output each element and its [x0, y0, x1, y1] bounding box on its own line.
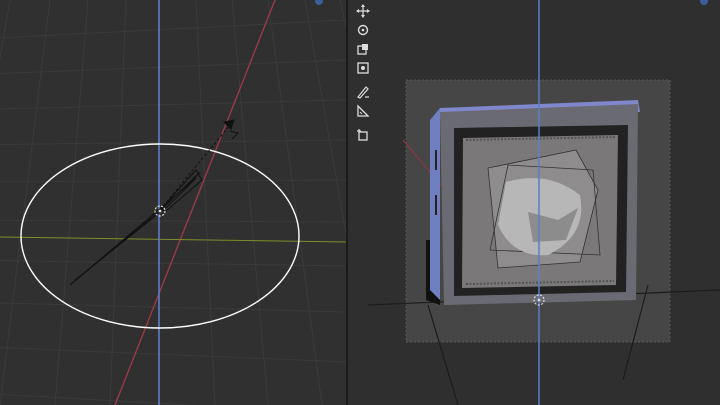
annotate-pencil-icon: [357, 86, 369, 99]
floor-grid: [0, 0, 346, 405]
x-axis-line: [114, 0, 276, 405]
y-axis-line: [0, 236, 346, 243]
viewport-left[interactable]: [0, 0, 346, 405]
measure-tool-button[interactable]: [353, 102, 373, 120]
rotate-tool-button[interactable]: [353, 21, 373, 39]
transform-icon: [357, 62, 369, 74]
viewport-right[interactable]: [348, 0, 720, 405]
move-tool-button[interactable]: [353, 2, 373, 20]
right-scene: [367, 0, 720, 405]
rotate-icon: [357, 24, 369, 36]
tool-shelf: [352, 2, 374, 145]
scale-tool-button[interactable]: [353, 40, 373, 58]
scale-icon: [357, 44, 368, 55]
add-cube-icon: [357, 129, 368, 141]
measure-ruler-icon: [357, 104, 370, 117]
transform-tool-button[interactable]: [353, 59, 373, 77]
annotate-tool-button[interactable]: [353, 83, 373, 101]
left-scene: [0, 0, 346, 405]
selection-circle[interactable]: [20, 143, 300, 329]
move-icon: [356, 4, 370, 18]
add-cube-tool-button[interactable]: [353, 126, 373, 144]
cube-object[interactable]: [426, 100, 640, 305]
